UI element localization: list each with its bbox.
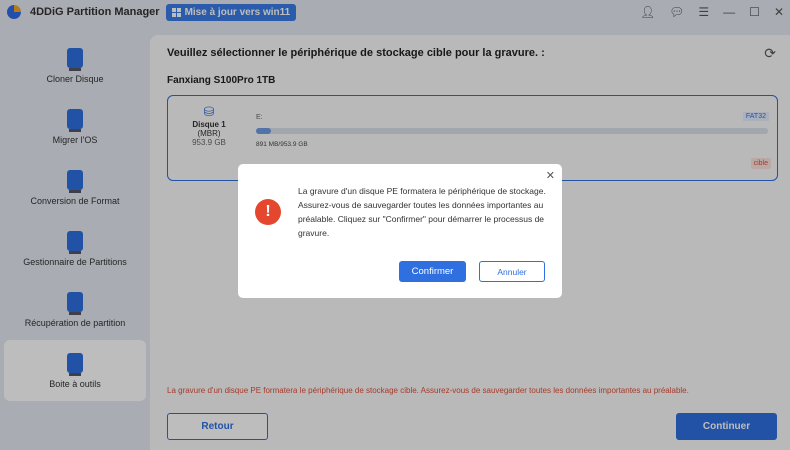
confirm-dialog: ✕ ! La gravure d'un disque PE formatera …	[238, 164, 562, 298]
close-icon[interactable]: ✕	[546, 169, 555, 182]
warning-icon: !	[255, 199, 281, 225]
dialog-message: La gravure d'un disque PE formatera le p…	[298, 186, 546, 238]
cancel-button[interactable]: Annuler	[479, 261, 545, 282]
confirm-button[interactable]: Confirmer	[399, 261, 466, 282]
